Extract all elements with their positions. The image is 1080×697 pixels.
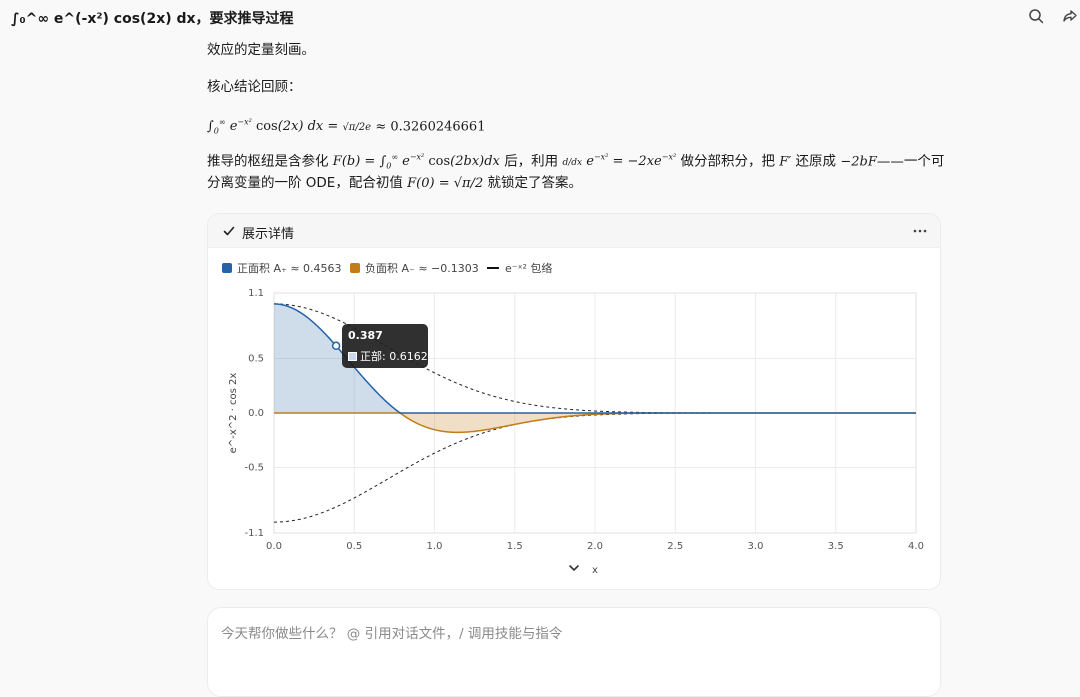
more-icon[interactable]: [910, 221, 930, 241]
x-tick-label: 3.5: [828, 541, 844, 552]
recap-heading: 核心结论回顾：: [207, 79, 302, 95]
y-tick-label: -0.5: [244, 463, 264, 474]
share-icon[interactable]: [1060, 6, 1080, 26]
top-bar: ∫₀^∞ e^(-x²) cos(2x) dx，要求推导过程: [0, 0, 1080, 34]
hover-point: [331, 341, 341, 351]
x-axis-label: x: [592, 565, 598, 576]
y-tick-label: -1.1: [244, 528, 264, 539]
message-composer[interactable]: 今天帮你做些什么？ @ 引用对话文件，/ 调用技能与指令: [207, 607, 941, 697]
details-card-header[interactable]: 展示详情: [208, 214, 940, 248]
search-icon[interactable]: [1026, 6, 1046, 26]
y-axis-label: e^-x^2 · cos 2x: [228, 373, 239, 454]
x-tick-label: 4.0: [908, 541, 924, 552]
x-tick-label: 2.0: [587, 541, 603, 552]
tooltip-swatch: [348, 351, 357, 361]
x-tick-label: 2.5: [667, 541, 683, 552]
x-tick-label: 0.0: [266, 541, 282, 552]
conversation-title: ∫₀^∞ e^(-x²) cos(2x) dx，要求推导过程: [11, 11, 294, 27]
x-tick-label: 0.5: [346, 541, 362, 552]
details-card: 展示详情 正面积 A₊ ≈ 0.4563 负面积 A₋ ≈ −0.1303 e⁻…: [207, 213, 941, 590]
result-formula: ∫0∞ e−x² cos(2x) dx = √π/2e ≈ 0.32602466…: [207, 118, 486, 136]
integrand-chart: 0.0 0.5 1.0 1.5 2.0 2.5 3.0 3.5 4.0 1.1 0.5 0.0 -0.5…: [228, 288, 924, 576]
chart-tooltip: 0.387 正部: 0.6162: [342, 324, 428, 368]
composer-placeholder: 今天帮你做些什么？ @ 引用对话文件，/ 调用技能与指令: [221, 626, 563, 642]
y-tick-label: 1.1: [248, 288, 264, 299]
x-tick-label: 1.5: [507, 541, 523, 552]
y-tick-label: 0.0: [248, 408, 264, 419]
pivot-paragraph-line2: 分离变量的一阶 ODE，配合初值 F(0) = √π/2 就锁定了答案。: [207, 175, 583, 191]
tooltip-row: 正部: 0.6162: [348, 348, 428, 364]
y-tick-label: 0.5: [248, 353, 264, 364]
tooltip-label: 正部: 0.6162: [360, 350, 428, 363]
x-tick-label: 1.0: [427, 541, 443, 552]
chevron-down-icon: [569, 565, 579, 572]
tooltip-title: 0.387: [348, 329, 383, 342]
text-line: 效应的定量刻画。: [207, 42, 315, 58]
details-card-title: 展示详情: [242, 227, 295, 242]
x-tick-label: 3.0: [748, 541, 764, 552]
check-icon: [222, 223, 238, 239]
